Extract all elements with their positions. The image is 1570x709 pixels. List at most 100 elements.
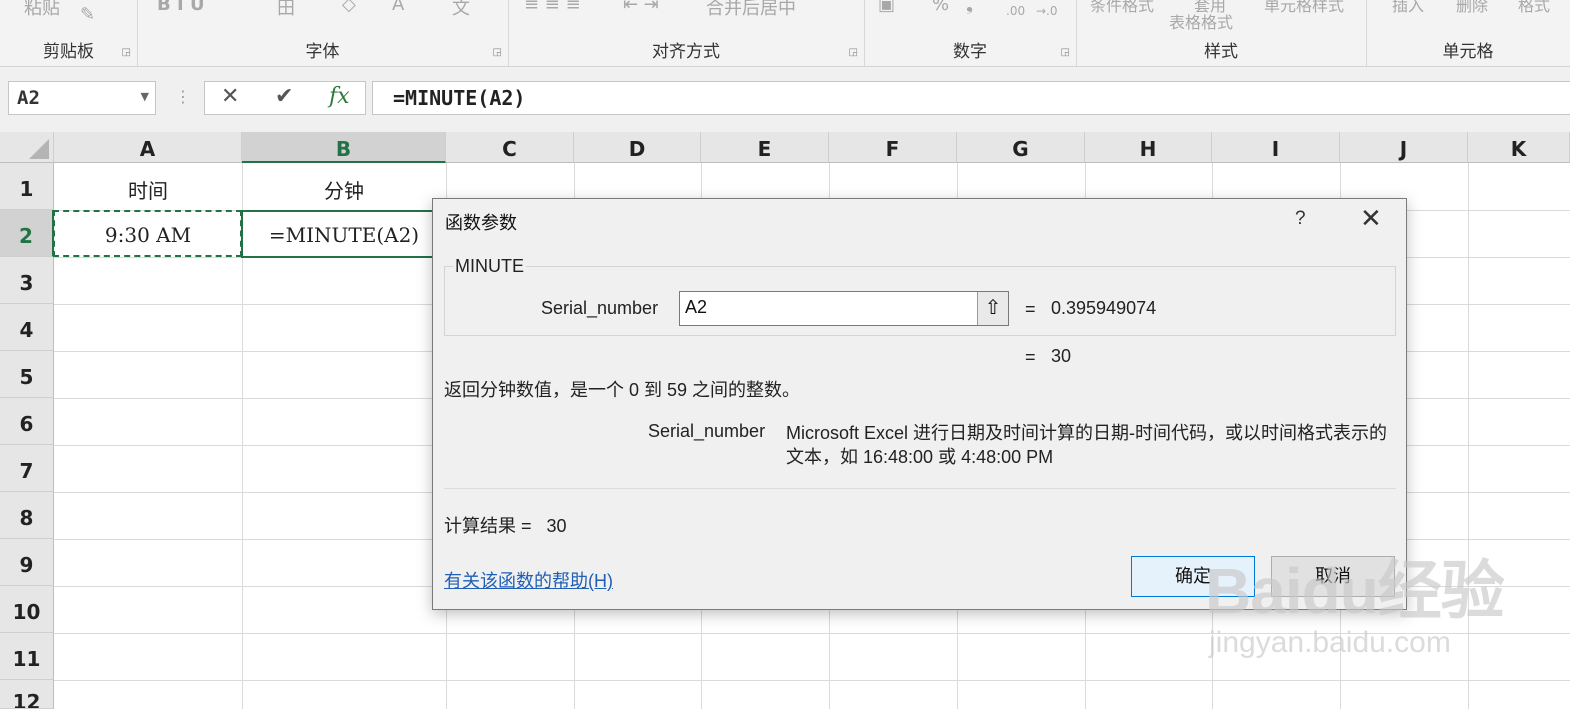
cancel-icon[interactable]: ✕ <box>221 84 239 109</box>
insert-button[interactable]: 插入 <box>1392 0 1424 16</box>
delete-button[interactable]: 删除 <box>1456 0 1488 16</box>
merge-center-button[interactable]: 合并后居中 <box>706 0 796 20</box>
row-header-6[interactable]: 6 <box>0 398 54 445</box>
dialog-launcher-icon[interactable]: ◲ <box>122 47 131 58</box>
number-group: ▣ % ❟ .00 →.0 数字 ◲ <box>864 0 1077 66</box>
calculation-result-caption: 计算结果 = <box>444 516 532 536</box>
row-header-10[interactable]: 10 <box>0 586 54 633</box>
column-header-f[interactable]: F <box>829 132 957 163</box>
insert-function-icon[interactable]: fx <box>329 84 350 109</box>
font-group-label: 字体 <box>305 42 340 62</box>
phonetic-button[interactable]: 文 <box>452 0 470 20</box>
align-icons[interactable]: ≡ ≡ ≡ <box>524 0 581 15</box>
select-all-corner[interactable] <box>0 132 54 163</box>
cell-b1[interactable]: 分钟 <box>242 175 446 204</box>
row-header-4[interactable]: 4 <box>0 304 54 351</box>
enter-check-icon[interactable]: ✔ <box>275 84 293 109</box>
column-header-i[interactable]: I <box>1212 132 1340 163</box>
fill-color-icon[interactable]: ◇ <box>342 0 356 15</box>
font-group: B I U 田 ◇ A 文 字体 ◲ <box>137 0 509 66</box>
calculation-result-value: 30 <box>546 516 567 536</box>
argument-evaluated-value: 0.395949074 <box>1051 298 1157 318</box>
bold-italic-underline-buttons[interactable]: B I U <box>157 0 205 15</box>
column-header-g[interactable]: G <box>957 132 1085 163</box>
gridline <box>54 680 1570 681</box>
function-name: MINUTE <box>453 256 526 277</box>
function-description: 返回分钟数值，是一个 0 到 59 之间的整数。 <box>444 380 801 400</box>
row-header-2[interactable]: 2 <box>0 210 54 257</box>
styles-group-label: 样式 <box>1204 42 1238 62</box>
row-header-3[interactable]: 3 <box>0 257 54 304</box>
clipboard-group: 粘贴 ✎ 剪贴板 ◲ <box>0 0 138 66</box>
chevron-down-icon[interactable]: ▼ <box>141 90 149 103</box>
arg-equals-sign: = <box>1025 299 1036 319</box>
number-group-label: 数字 <box>953 42 987 62</box>
copy-marquee <box>53 210 242 257</box>
row-header-7[interactable]: 7 <box>0 445 54 492</box>
divider <box>444 488 1396 489</box>
column-header-d[interactable]: D <box>574 132 701 163</box>
help-icon[interactable]: ? <box>1295 208 1306 230</box>
result-equals-sign: = <box>1025 347 1036 367</box>
argument-description-name: Serial_number <box>648 421 766 441</box>
serial-number-input[interactable]: A2 ⇧ <box>679 291 1009 326</box>
column-header-c[interactable]: C <box>446 132 574 163</box>
row-header-8[interactable]: 8 <box>0 492 54 539</box>
cells-group: 插入 删除 格式 单元格 <box>1366 0 1570 66</box>
font-color-button[interactable]: A <box>392 0 404 15</box>
row-header-1[interactable]: 1 <box>0 163 54 210</box>
cell-a1[interactable]: 时间 <box>54 175 242 204</box>
function-result-value: 30 <box>1051 346 1072 366</box>
column-header-a[interactable]: A <box>54 132 242 163</box>
row-header-11[interactable]: 11 <box>0 633 54 680</box>
clipboard-group-label: 剪贴板 <box>43 42 94 62</box>
alignment-group-label: 对齐方式 <box>652 42 720 62</box>
formula-buttons: ✕ ✔ fx <box>204 81 366 115</box>
argument-label: Serial_number <box>541 298 659 318</box>
name-box[interactable]: A2 ▼ <box>8 81 156 115</box>
comma-button[interactable]: ❟ <box>966 0 973 15</box>
formula-text: =MINUTE(A2) <box>393 86 526 110</box>
active-cell-border <box>241 210 446 258</box>
border-icon[interactable]: 田 <box>277 0 295 20</box>
paste-button[interactable]: 粘贴 <box>24 0 60 20</box>
formula-input[interactable]: =MINUTE(A2) <box>372 81 1570 115</box>
cells-group-label: 单元格 <box>1442 42 1494 62</box>
function-help-link[interactable]: 有关该函数的帮助(H) <box>444 567 613 593</box>
row-header-12[interactable]: 12 <box>0 680 54 709</box>
serial-number-value: A2 <box>685 297 708 317</box>
argument-description-text: Microsoft Excel 进行日期及时间计算的日期-时间代码，或以时间格式… <box>786 423 1388 467</box>
row-header-9[interactable]: 9 <box>0 539 54 586</box>
column-header-e[interactable]: E <box>701 132 829 163</box>
column-header-k[interactable]: K <box>1468 132 1570 163</box>
splitter-dots-icon[interactable]: ⋮ <box>175 87 191 106</box>
dialog-launcher-icon[interactable]: ◲ <box>849 47 858 58</box>
close-icon[interactable]: ✕ <box>1360 203 1382 234</box>
dialog-launcher-icon[interactable]: ◲ <box>493 47 502 58</box>
formula-bar: A2 ▼ ⋮ ✕ ✔ fx =MINUTE(A2) <box>0 67 1570 132</box>
indent-icons[interactable]: ⇤ ⇥ <box>623 0 659 15</box>
column-header-b[interactable]: B <box>242 132 446 163</box>
column-header-j[interactable]: J <box>1340 132 1468 163</box>
styles-group: 条件格式 套用 表格格式 单元格样式 样式 <box>1076 0 1367 66</box>
format-button[interactable]: 格式 <box>1518 0 1550 16</box>
collapse-dialog-icon[interactable]: ⇧ <box>977 292 1008 325</box>
percent-button[interactable]: % <box>932 0 949 15</box>
conditional-format-button[interactable]: 条件格式 <box>1090 0 1154 16</box>
alignment-group: ≡ ≡ ≡ ⇤ ⇥ 合并后居中 对齐方式 ◲ <box>508 0 865 66</box>
table-format-button[interactable]: 表格格式 <box>1169 9 1233 33</box>
decrease-decimal-icon[interactable]: →.0 <box>1036 4 1058 18</box>
ribbon: 粘贴 ✎ 剪贴板 ◲ B I U 田 ◇ A 文 字体 ◲ ≡ ≡ ≡ ⇤ ⇥ … <box>0 0 1570 67</box>
baidu-watermark: Baidu经验 jingyan.baidu.com <box>1205 540 1505 660</box>
calculation-result-label: 计算结果 = 30 <box>444 512 567 538</box>
increase-decimal-icon[interactable]: .00 <box>1006 4 1025 18</box>
row-header-5[interactable]: 5 <box>0 351 54 398</box>
cell-style-button[interactable]: 单元格样式 <box>1264 0 1344 16</box>
dialog-launcher-icon[interactable]: ◲ <box>1061 47 1070 58</box>
column-header-h[interactable]: H <box>1085 132 1212 163</box>
accounting-icon[interactable]: ▣ <box>878 0 895 15</box>
format-painter-icon[interactable]: ✎ <box>80 4 95 25</box>
dialog-title: 函数参数 <box>445 213 517 233</box>
watermark-logo: Baidu经验 <box>1205 555 1505 627</box>
name-box-value: A2 <box>17 87 40 109</box>
